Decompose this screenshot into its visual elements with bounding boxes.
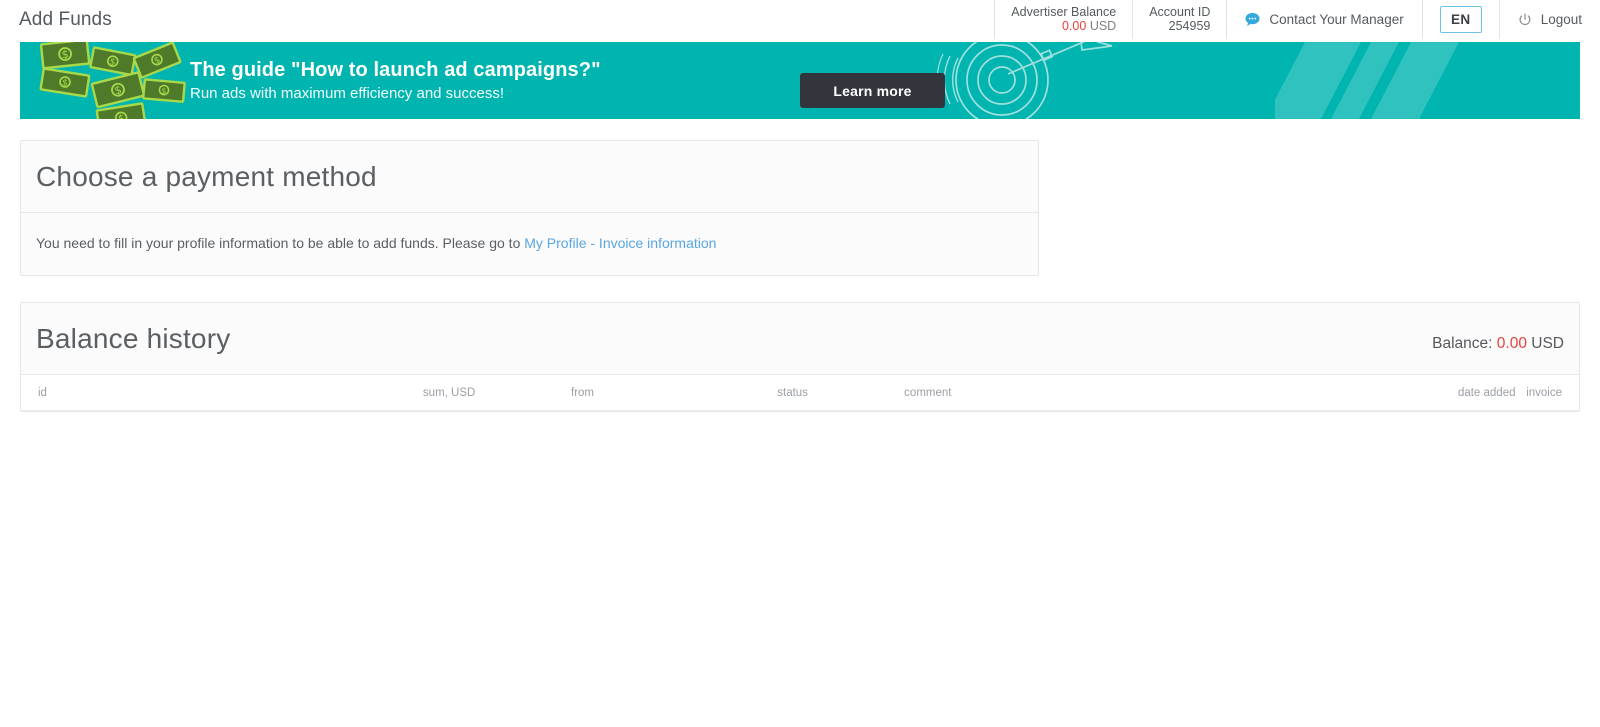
my-profile-invoice-information-link[interactable]: My Profile - Invoice information xyxy=(524,235,716,251)
svg-text:$: $ xyxy=(61,78,68,89)
payment-method-notice: You need to fill in your profile informa… xyxy=(21,213,1038,275)
page-title: Add Funds xyxy=(19,9,112,30)
column-header-date-added[interactable]: date added xyxy=(1422,375,1516,411)
banner-text-block: The guide "How to launch ad campaigns?" … xyxy=(190,57,601,104)
payment-method-card: Choose a payment method You need to fill… xyxy=(20,140,1039,276)
advertiser-balance-currency: USD xyxy=(1089,19,1117,33)
top-header-bar: Add Funds Advertiser Balance 0.00 USD Ac… xyxy=(0,0,1600,39)
banner-headline: The guide "How to launch ad campaigns?" xyxy=(190,59,601,81)
contact-your-manager-button[interactable]: Contact Your Manager xyxy=(1226,0,1421,39)
language-button[interactable]: EN xyxy=(1439,6,1482,33)
learn-more-button[interactable]: Learn more xyxy=(800,73,945,108)
account-id-label: Account ID xyxy=(1149,5,1211,19)
balance-history-title: Balance history xyxy=(36,323,231,354)
table-header-row: id sum, USD from status comment date add… xyxy=(21,375,1579,411)
payment-method-notice-text: You need to fill in your profile informa… xyxy=(36,235,525,251)
advertiser-balance-amount: 0.00 xyxy=(1061,19,1087,33)
balance-summary: Balance: 0.00 USD xyxy=(1432,335,1564,353)
advertiser-balance-value: 0.00 USD xyxy=(1011,19,1116,34)
power-icon xyxy=(1518,12,1532,27)
column-header-sum[interactable]: sum, USD xyxy=(422,375,571,411)
logout-label: Logout xyxy=(1540,12,1582,27)
contact-your-manager-label: Contact Your Manager xyxy=(1269,12,1404,27)
column-header-from[interactable]: from xyxy=(571,375,778,411)
svg-text:$: $ xyxy=(117,113,125,119)
banner-subline: Run ads with maximum efficiency and succ… xyxy=(190,85,505,102)
column-header-comment[interactable]: comment xyxy=(904,375,1423,411)
column-header-id[interactable]: id xyxy=(21,375,423,411)
balance-history-table-head: id sum, USD from status comment date add… xyxy=(21,375,1579,411)
column-header-status[interactable]: status xyxy=(777,375,905,411)
svg-text:$: $ xyxy=(109,57,117,68)
chat-bubble-icon xyxy=(1245,12,1260,27)
balance-history-card-header: Balance history Balance: 0.00 USD xyxy=(21,303,1579,375)
account-id-cell: Account ID 254959 xyxy=(1132,0,1226,39)
svg-text:$: $ xyxy=(153,55,162,66)
svg-text:$: $ xyxy=(161,86,167,95)
balance-summary-currency: USD xyxy=(1531,335,1564,352)
account-id-value: 254959 xyxy=(1168,19,1211,33)
advertiser-balance-label: Advertiser Balance xyxy=(1011,5,1117,19)
language-selector-cell: EN xyxy=(1421,0,1499,39)
balance-summary-label: Balance: xyxy=(1432,335,1493,352)
balance-summary-amount: 0.00 xyxy=(1496,335,1527,352)
header-spacer xyxy=(112,0,995,39)
promo-banner[interactable]: $ $ $ $ $ $ $ The guide "How to launch a… xyxy=(20,42,1580,119)
payment-method-title: Choose a payment method xyxy=(36,161,377,192)
payment-method-card-header: Choose a payment method xyxy=(21,141,1038,213)
advertiser-balance-cell: Advertiser Balance 0.00 USD xyxy=(994,0,1132,39)
balance-history-card: Balance history Balance: 0.00 USD id sum… xyxy=(20,302,1580,412)
column-header-invoice[interactable]: invoice xyxy=(1515,375,1579,411)
logout-button[interactable]: Logout xyxy=(1498,0,1600,39)
svg-text:$: $ xyxy=(61,48,69,62)
balance-history-table: id sum, USD from status comment date add… xyxy=(21,375,1579,411)
svg-text:$: $ xyxy=(113,83,123,97)
